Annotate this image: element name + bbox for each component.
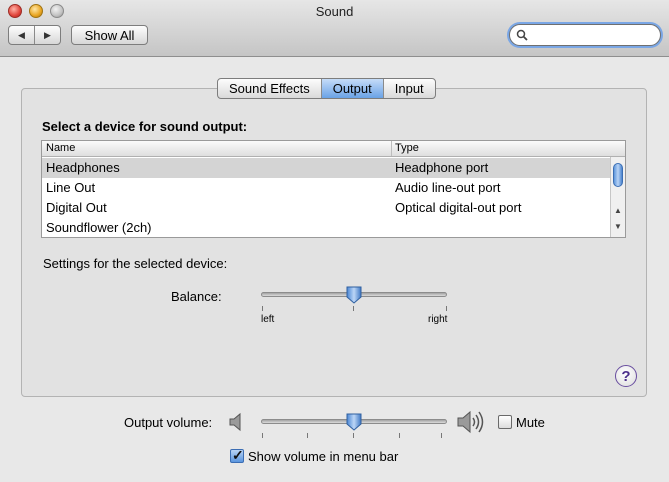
device-type: Audio line-out port: [395, 180, 501, 195]
mute-label: Mute: [516, 415, 545, 430]
scroll-down-arrow-icon[interactable]: ▼: [611, 222, 625, 231]
balance-tick: [262, 306, 263, 311]
preference-tabs: Sound Effects Output Input: [217, 78, 436, 99]
table-row[interactable]: Soundflower (2ch): [42, 218, 610, 238]
show-all-button[interactable]: Show All: [71, 25, 148, 45]
volume-tick: [262, 433, 263, 438]
balance-right-label: right: [428, 314, 448, 325]
balance-tick: [446, 306, 447, 311]
device-settings-label: Settings for the selected device:: [43, 256, 228, 271]
back-arrow-icon: ◀: [18, 29, 25, 40]
scroll-up-arrow-icon[interactable]: ▲: [611, 206, 625, 215]
checkmark-icon: ✓: [232, 447, 244, 463]
volume-tick: [399, 433, 400, 438]
mute-checkbox[interactable]: [498, 415, 512, 429]
output-device-table: Name Type Headphones Headphone port Line…: [41, 140, 626, 238]
window-toolbar: Sound ◀ ▶ Show All: [0, 0, 669, 57]
balance-slider-knob[interactable]: [346, 286, 362, 304]
forward-button[interactable]: ▶: [34, 26, 60, 44]
sound-preferences-window: Sound ◀ ▶ Show All Sound Effects Output …: [0, 0, 669, 482]
table-header: Name Type: [42, 141, 625, 157]
table-row[interactable]: Headphones Headphone port: [42, 158, 610, 178]
speaker-low-icon: [229, 412, 241, 432]
column-header-type[interactable]: Type: [391, 141, 419, 156]
volume-tick: [307, 433, 308, 438]
table-row[interactable]: Digital Out Optical digital-out port: [42, 198, 610, 218]
device-list-heading: Select a device for sound output:: [42, 119, 248, 134]
search-field[interactable]: [509, 24, 661, 46]
speaker-high-icon: [457, 410, 484, 434]
column-header-name[interactable]: Name: [46, 142, 75, 154]
device-type: Optical digital-out port: [395, 200, 522, 215]
search-input[interactable]: [530, 27, 654, 43]
device-type: Headphone port: [395, 160, 489, 175]
forward-arrow-icon: ▶: [44, 29, 51, 40]
help-button[interactable]: ?: [615, 365, 637, 387]
device-name: Digital Out: [46, 200, 107, 215]
tab-input[interactable]: Input: [382, 79, 435, 98]
volume-tick: [353, 433, 354, 438]
scrollbar-thumb[interactable]: [613, 163, 623, 187]
window-title: Sound: [315, 4, 354, 19]
balance-left-label: left: [261, 314, 275, 325]
volume-tick: [441, 433, 442, 438]
device-name: Headphones: [46, 160, 120, 175]
device-name: Line Out: [46, 180, 96, 195]
back-button[interactable]: ◀: [9, 26, 34, 44]
balance-label: Balance:: [171, 289, 222, 304]
output-tab-panel: [21, 88, 647, 397]
volume-slider-knob[interactable]: [346, 413, 362, 431]
tab-output[interactable]: Output: [320, 79, 383, 98]
search-icon: [516, 29, 528, 41]
output-volume-label: Output volume:: [124, 415, 213, 430]
device-list-scrollbar[interactable]: ▲ ▼: [610, 157, 625, 237]
device-name: Soundflower (2ch): [46, 220, 152, 235]
back-forward-group: ◀ ▶: [8, 25, 61, 45]
show-volume-menu-bar-label: Show volume in menu bar: [248, 449, 399, 464]
tab-sound-effects[interactable]: Sound Effects: [218, 79, 321, 98]
show-volume-menu-bar-checkbox[interactable]: ✓: [230, 447, 244, 463]
help-question-icon: ?: [621, 367, 631, 385]
balance-tick: [353, 306, 354, 311]
table-row[interactable]: Line Out Audio line-out port: [42, 178, 610, 198]
